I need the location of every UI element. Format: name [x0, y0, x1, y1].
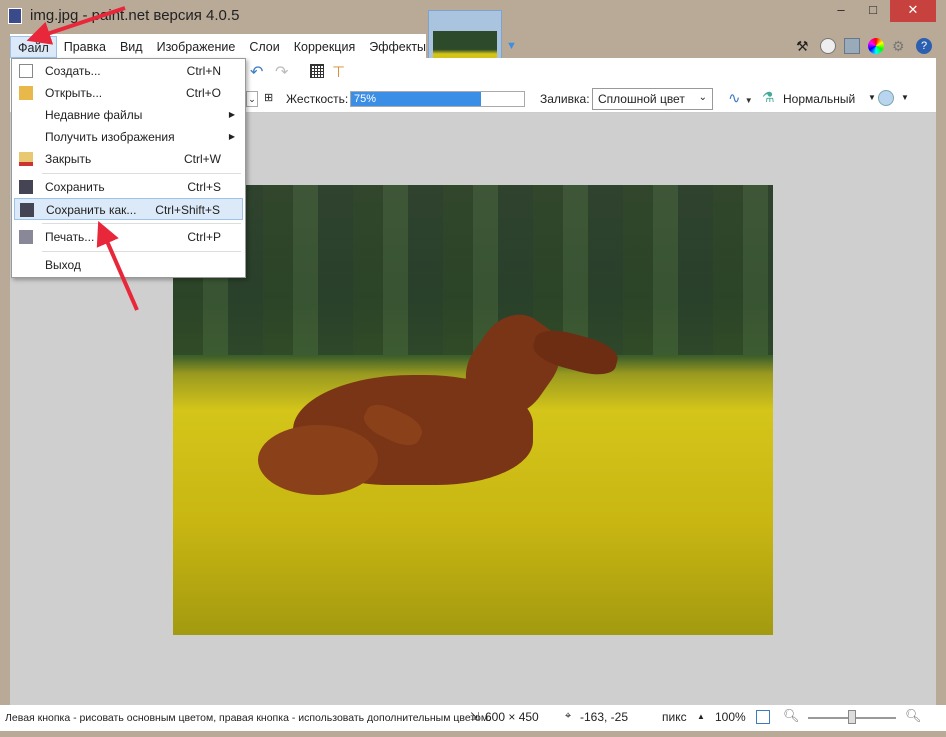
arrow-to-save-as	[96, 220, 139, 311]
arrow-to-file-menu	[26, 6, 126, 45]
annotation-arrows	[26, 6, 139, 311]
